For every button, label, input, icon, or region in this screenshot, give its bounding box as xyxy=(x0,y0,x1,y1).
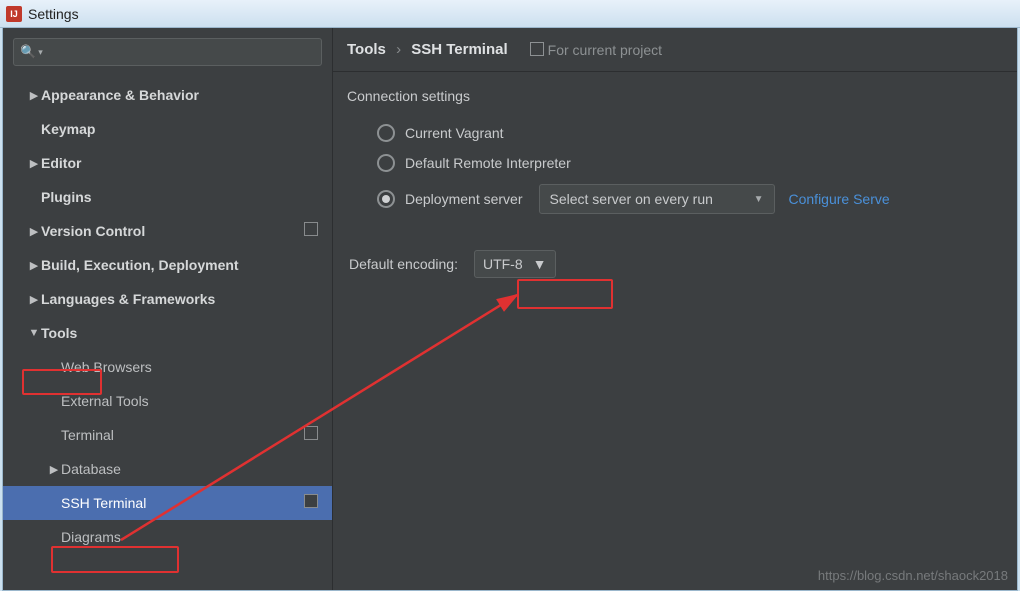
project-scope-icon xyxy=(306,428,318,443)
tree-item-build-execution-deployment[interactable]: ▶Build, Execution, Deployment xyxy=(3,248,332,282)
section-title: Connection settings xyxy=(347,88,1003,104)
scope-badge: For current project xyxy=(532,42,662,58)
breadcrumb-bar: Tools › SSH Terminal For current project xyxy=(333,28,1017,72)
radio-icon xyxy=(377,124,395,142)
tree-item-label: External Tools xyxy=(61,393,149,409)
tree-item-tools[interactable]: ▼Tools xyxy=(3,316,332,350)
tree-item-plugins[interactable]: Plugins xyxy=(3,180,332,214)
search-history-caret: ▾ xyxy=(38,47,43,58)
titlebar: IJ Settings xyxy=(0,0,1020,28)
tree-item-editor[interactable]: ▶Editor xyxy=(3,146,332,180)
encoding-dropdown[interactable]: UTF-8 ▼ xyxy=(474,250,556,278)
settings-tree: ▶Appearance & BehaviorKeymap▶EditorPlugi… xyxy=(3,72,332,590)
expander-icon: ▶ xyxy=(47,463,61,476)
default-encoding-row: Default encoding: UTF-8 ▼ xyxy=(349,250,1003,278)
encoding-label: Default encoding: xyxy=(349,256,458,272)
expander-icon: ▶ xyxy=(27,157,41,170)
tree-item-label: Version Control xyxy=(41,223,145,239)
radio-icon xyxy=(377,154,395,172)
radio-deployment-server[interactable]: Deployment server Select server on every… xyxy=(377,184,1003,214)
tree-item-label: SSH Terminal xyxy=(61,495,146,511)
window-title: Settings xyxy=(28,6,79,22)
radio-label: Current Vagrant xyxy=(405,125,504,141)
tree-item-label: Plugins xyxy=(41,189,92,205)
tree-item-label: Database xyxy=(61,461,121,477)
deployment-server-dropdown[interactable]: Select server on every run ▼ xyxy=(539,184,775,214)
breadcrumb-leaf: SSH Terminal xyxy=(411,41,507,58)
expander-icon: ▼ xyxy=(27,327,41,339)
project-scope-icon xyxy=(306,496,318,511)
window-body: 🔍 ▾ ▶Appearance & BehaviorKeymap▶EditorP… xyxy=(2,28,1018,591)
search-icon: 🔍 xyxy=(20,44,36,60)
tree-item-terminal[interactable]: Terminal xyxy=(3,418,332,452)
project-scope-icon xyxy=(306,224,318,239)
tree-item-label: Tools xyxy=(41,325,77,341)
expander-icon: ▶ xyxy=(27,293,41,306)
tree-item-label: Keymap xyxy=(41,121,95,137)
chevron-down-icon: ▼ xyxy=(533,256,547,272)
expander-icon: ▶ xyxy=(27,259,41,272)
scope-label: For current project xyxy=(548,42,662,58)
settings-sidebar: 🔍 ▾ ▶Appearance & BehaviorKeymap▶EditorP… xyxy=(3,28,333,590)
radio-label: Default Remote Interpreter xyxy=(405,155,571,171)
expander-icon: ▶ xyxy=(27,225,41,238)
breadcrumb-separator: › xyxy=(390,41,407,58)
search-input[interactable] xyxy=(49,45,315,60)
radio-current-vagrant[interactable]: Current Vagrant xyxy=(377,118,1003,148)
tree-item-appearance-behavior[interactable]: ▶Appearance & Behavior xyxy=(3,78,332,112)
tree-item-external-tools[interactable]: External Tools xyxy=(3,384,332,418)
app-icon: IJ xyxy=(6,6,22,22)
configure-servers-link[interactable]: Configure Serve xyxy=(789,191,890,207)
radio-default-remote-interpreter[interactable]: Default Remote Interpreter xyxy=(377,148,1003,178)
tree-item-diagrams[interactable]: Diagrams xyxy=(3,520,332,554)
tree-item-label: Web Browsers xyxy=(61,359,152,375)
radio-icon xyxy=(377,190,395,208)
tree-item-version-control[interactable]: ▶Version Control xyxy=(3,214,332,248)
tree-item-label: Terminal xyxy=(61,427,114,443)
breadcrumb: Tools › SSH Terminal xyxy=(347,41,508,58)
connection-settings-section: Connection settings Current Vagrant Defa… xyxy=(333,72,1017,278)
expander-icon: ▶ xyxy=(27,89,41,102)
watermark: https://blog.csdn.net/shaock2018 xyxy=(818,568,1008,583)
dropdown-value: UTF-8 xyxy=(483,256,523,272)
tree-item-languages-frameworks[interactable]: ▶Languages & Frameworks xyxy=(3,282,332,316)
tree-item-label: Editor xyxy=(41,155,81,171)
tree-item-keymap[interactable]: Keymap xyxy=(3,112,332,146)
tree-item-label: Appearance & Behavior xyxy=(41,87,199,103)
tree-item-label: Diagrams xyxy=(61,529,121,545)
settings-main-panel: Tools › SSH Terminal For current project… xyxy=(333,28,1017,590)
tree-item-ssh-terminal[interactable]: SSH Terminal xyxy=(3,486,332,520)
chevron-down-icon: ▼ xyxy=(754,194,764,205)
tree-item-database[interactable]: ▶Database xyxy=(3,452,332,486)
tree-item-web-browsers[interactable]: Web Browsers xyxy=(3,350,332,384)
search-box[interactable]: 🔍 ▾ xyxy=(13,38,322,66)
radio-label: Deployment server xyxy=(405,191,523,207)
dropdown-value: Select server on every run xyxy=(550,191,713,207)
search-wrap: 🔍 ▾ xyxy=(3,28,332,72)
breadcrumb-root: Tools xyxy=(347,41,386,58)
deployment-extras: Select server on every run ▼ Configure S… xyxy=(539,184,890,214)
project-scope-icon xyxy=(532,44,544,56)
tree-item-label: Build, Execution, Deployment xyxy=(41,257,239,273)
tree-item-label: Languages & Frameworks xyxy=(41,291,215,307)
